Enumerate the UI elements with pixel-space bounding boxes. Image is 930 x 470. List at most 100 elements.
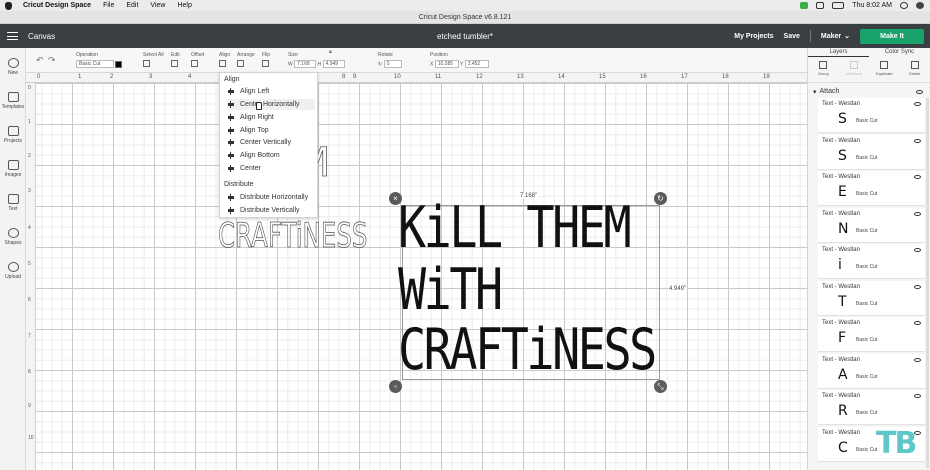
arrange-group[interactable]: Arrange bbox=[237, 52, 255, 67]
ghost-text-line2[interactable]: CRAFTiNESS bbox=[218, 216, 368, 257]
hamburger-menu-icon[interactable] bbox=[7, 32, 18, 40]
tool-new[interactable]: New bbox=[0, 58, 26, 76]
attach-group[interactable]: ▾ Attach bbox=[808, 86, 930, 97]
center-vertically-option[interactable]: Center Vertically bbox=[227, 137, 315, 148]
layers-scrollbar[interactable] bbox=[926, 98, 929, 468]
ungroup-button[interactable]: UnGroup bbox=[839, 57, 870, 82]
undo-icon[interactable]: ↶ bbox=[36, 55, 44, 66]
eye-icon[interactable] bbox=[914, 248, 921, 252]
align-right-option[interactable]: Align Right bbox=[227, 112, 315, 123]
design-text-line2[interactable]: WiTH bbox=[398, 262, 503, 319]
layer-row[interactable]: Text - Westlan i Basic Cut bbox=[818, 244, 925, 279]
layer-row[interactable]: Text - Westlan N Basic Cut bbox=[818, 207, 925, 243]
eye-icon[interactable] bbox=[914, 102, 921, 106]
tool-images-label: Images bbox=[4, 172, 22, 178]
shirt-icon bbox=[7, 92, 19, 102]
app-menu[interactable]: Cricut Design Space bbox=[23, 2, 91, 9]
machine-selector[interactable]: Maker ⌄ bbox=[821, 32, 850, 41]
ruler-tick: 12 bbox=[476, 74, 483, 80]
menu-file[interactable]: File bbox=[103, 2, 114, 9]
rotate-input[interactable]: 0 bbox=[383, 60, 402, 68]
eye-icon[interactable] bbox=[914, 357, 921, 362]
ruler-tick: 18 bbox=[722, 74, 729, 80]
eye-icon[interactable] bbox=[914, 394, 921, 398]
eye-icon[interactable] bbox=[914, 321, 921, 325]
arrange-icon bbox=[237, 60, 244, 67]
lock-handle-icon[interactable]: ▫ bbox=[389, 380, 402, 393]
layer-row[interactable]: Text - Westlan S Basic Cut bbox=[818, 134, 925, 170]
offset-icon bbox=[191, 60, 198, 67]
redo-icon[interactable]: ↷ bbox=[48, 55, 56, 66]
make-it-button[interactable]: Make It bbox=[860, 28, 924, 44]
menu-help[interactable]: Help bbox=[177, 2, 191, 9]
tool-shapes[interactable]: Shapes bbox=[0, 228, 26, 246]
height-input[interactable]: 4.949 bbox=[322, 60, 345, 68]
y-input[interactable]: 3.452 bbox=[464, 60, 489, 68]
tab-color-sync[interactable]: Color Sync bbox=[869, 48, 930, 57]
eye-icon[interactable] bbox=[914, 175, 921, 179]
center-option[interactable]: Center bbox=[227, 163, 315, 174]
eye-icon[interactable] bbox=[914, 284, 921, 289]
tool-text[interactable]: Text bbox=[0, 194, 26, 212]
status-app-icon[interactable] bbox=[800, 2, 809, 9]
tool-projects[interactable]: Projects bbox=[0, 126, 26, 144]
width-input[interactable]: 7.168 bbox=[294, 60, 317, 68]
color-swatch[interactable] bbox=[115, 60, 123, 68]
apple-icon[interactable] bbox=[5, 1, 12, 10]
chevron-down-icon[interactable]: ▾ bbox=[813, 88, 817, 96]
search-icon[interactable] bbox=[900, 2, 908, 9]
layer-row[interactable]: Text - Westlan R Basic Cut bbox=[818, 390, 925, 425]
align-label: Align bbox=[219, 52, 231, 58]
flip-group[interactable]: Flip bbox=[262, 52, 271, 67]
design-text-line3[interactable]: CRAFTiNESS bbox=[398, 322, 657, 379]
align-right-icon bbox=[227, 114, 235, 121]
siri-icon[interactable] bbox=[916, 2, 924, 9]
select-all-group[interactable]: Select All bbox=[143, 52, 164, 67]
rotate-handle-icon[interactable]: ↻ bbox=[654, 192, 667, 205]
center-horizontally-option[interactable]: Center Horizontally bbox=[227, 99, 315, 110]
ruler-tick: 9 bbox=[353, 74, 357, 80]
layer-row[interactable]: Text - Westlan S Basic Cut bbox=[818, 98, 925, 133]
design-text-line1[interactable]: KiLL THEM bbox=[398, 200, 632, 257]
duplicate-button[interactable]: Duplicate bbox=[869, 57, 900, 82]
tool-templates-label: Templates bbox=[1, 104, 25, 110]
tool-upload[interactable]: Upload bbox=[0, 262, 26, 280]
align-top-option[interactable]: Align Top bbox=[227, 125, 315, 136]
lock-icon[interactable]: 🔒︎ bbox=[329, 49, 332, 55]
tool-images[interactable]: Images bbox=[0, 160, 26, 178]
resize-handle-icon[interactable]: ⤡ bbox=[654, 380, 667, 393]
tool-templates[interactable]: Templates bbox=[0, 92, 26, 110]
battery-icon[interactable] bbox=[832, 2, 845, 9]
align-left-option[interactable]: Align Left bbox=[227, 86, 315, 97]
left-toolbar: New Templates Projects Images Text Shape… bbox=[0, 48, 26, 470]
eye-icon[interactable] bbox=[914, 138, 921, 143]
edit-group[interactable]: Edit bbox=[171, 52, 180, 67]
offset-group[interactable]: Offset bbox=[191, 52, 204, 67]
layer-row[interactable]: Text - Westlan A Basic Cut bbox=[818, 353, 925, 389]
eye-icon[interactable] bbox=[914, 211, 921, 216]
layer-row[interactable]: Text - Westlan E Basic Cut bbox=[818, 171, 925, 206]
menu-edit[interactable]: Edit bbox=[126, 2, 138, 9]
ruler-tick: 15 bbox=[599, 74, 606, 80]
menu-view[interactable]: View bbox=[150, 2, 165, 9]
operation-select[interactable]: Basic Cut bbox=[76, 60, 114, 68]
distribute-horizontally-option[interactable]: Distribute Horizontally bbox=[227, 192, 315, 203]
layer-row[interactable]: Text - Westlan F Basic Cut bbox=[818, 317, 925, 352]
flip-icon bbox=[262, 60, 269, 67]
eye-icon[interactable] bbox=[916, 89, 923, 94]
save-button[interactable]: Save bbox=[784, 33, 800, 40]
wifi-icon[interactable] bbox=[816, 2, 825, 9]
upload-icon bbox=[7, 262, 19, 272]
close-icon[interactable]: × bbox=[389, 192, 402, 205]
align-group[interactable]: Align bbox=[219, 52, 230, 67]
layer-row[interactable]: Text - Westlan T Basic Cut bbox=[818, 280, 925, 316]
group-icon bbox=[819, 61, 828, 69]
tab-layers[interactable]: Layers bbox=[808, 48, 869, 57]
my-projects-button[interactable]: My Projects bbox=[734, 33, 773, 40]
align-bottom-option[interactable]: Align Bottom bbox=[227, 150, 315, 161]
group-button[interactable]: Group bbox=[808, 57, 839, 82]
clock[interactable]: Thu 8:02 AM bbox=[852, 2, 892, 9]
distribute-vertically-option[interactable]: Distribute Vertically bbox=[227, 205, 315, 216]
delete-button[interactable]: Delete bbox=[900, 57, 930, 82]
x-input[interactable]: 10.285 bbox=[434, 60, 459, 68]
